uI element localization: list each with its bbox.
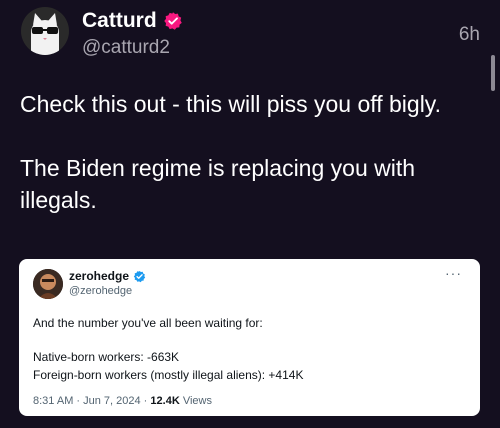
quoted-text-line: Foreign-born workers (mostly illegal ali… — [33, 368, 304, 382]
quoted-text-line: And the number you've all been waiting f… — [33, 316, 263, 330]
tweet-text: Check this out - this will piss you off … — [20, 91, 441, 213]
more-options-icon[interactable]: ··· — [445, 265, 462, 281]
verified-badge-icon — [163, 12, 182, 30]
quoted-author-display-name[interactable]: zerohedge — [69, 269, 129, 283]
author-name-row: Catturd — [82, 9, 183, 33]
views-label: Views — [179, 395, 212, 407]
cat-with-sunglasses-avatar — [21, 7, 69, 55]
scrollbar[interactable] — [491, 55, 495, 91]
quoted-tweet-meta: 8:31 AM · Jun 7, 2024 · 12.4K Views — [33, 395, 212, 407]
views-count: 12.4K — [150, 395, 180, 407]
quoted-timestamp[interactable]: 8:31 AM · Jun 7, 2024 · — [33, 395, 150, 407]
tweet-time[interactable]: 6h — [459, 24, 480, 46]
quoted-text-line: Native-born workers: -663K — [33, 350, 180, 364]
verified-badge-icon — [133, 270, 146, 282]
zerohedge-avatar — [33, 269, 63, 299]
quoted-author-avatar[interactable] — [33, 269, 63, 299]
author-avatar[interactable] — [21, 7, 69, 55]
author-handle[interactable]: @catturd2 — [82, 37, 170, 59]
quoted-tweet-text: And the number you've all been waiting f… — [33, 314, 463, 384]
quoted-tweet-card[interactable]: zerohedge @zerohedge ··· And the number … — [19, 259, 480, 416]
quoted-author-handle[interactable]: @zerohedge — [69, 285, 132, 297]
quoted-author-name-row: zerohedge — [69, 269, 146, 283]
author-display-name[interactable]: Catturd — [82, 9, 157, 33]
